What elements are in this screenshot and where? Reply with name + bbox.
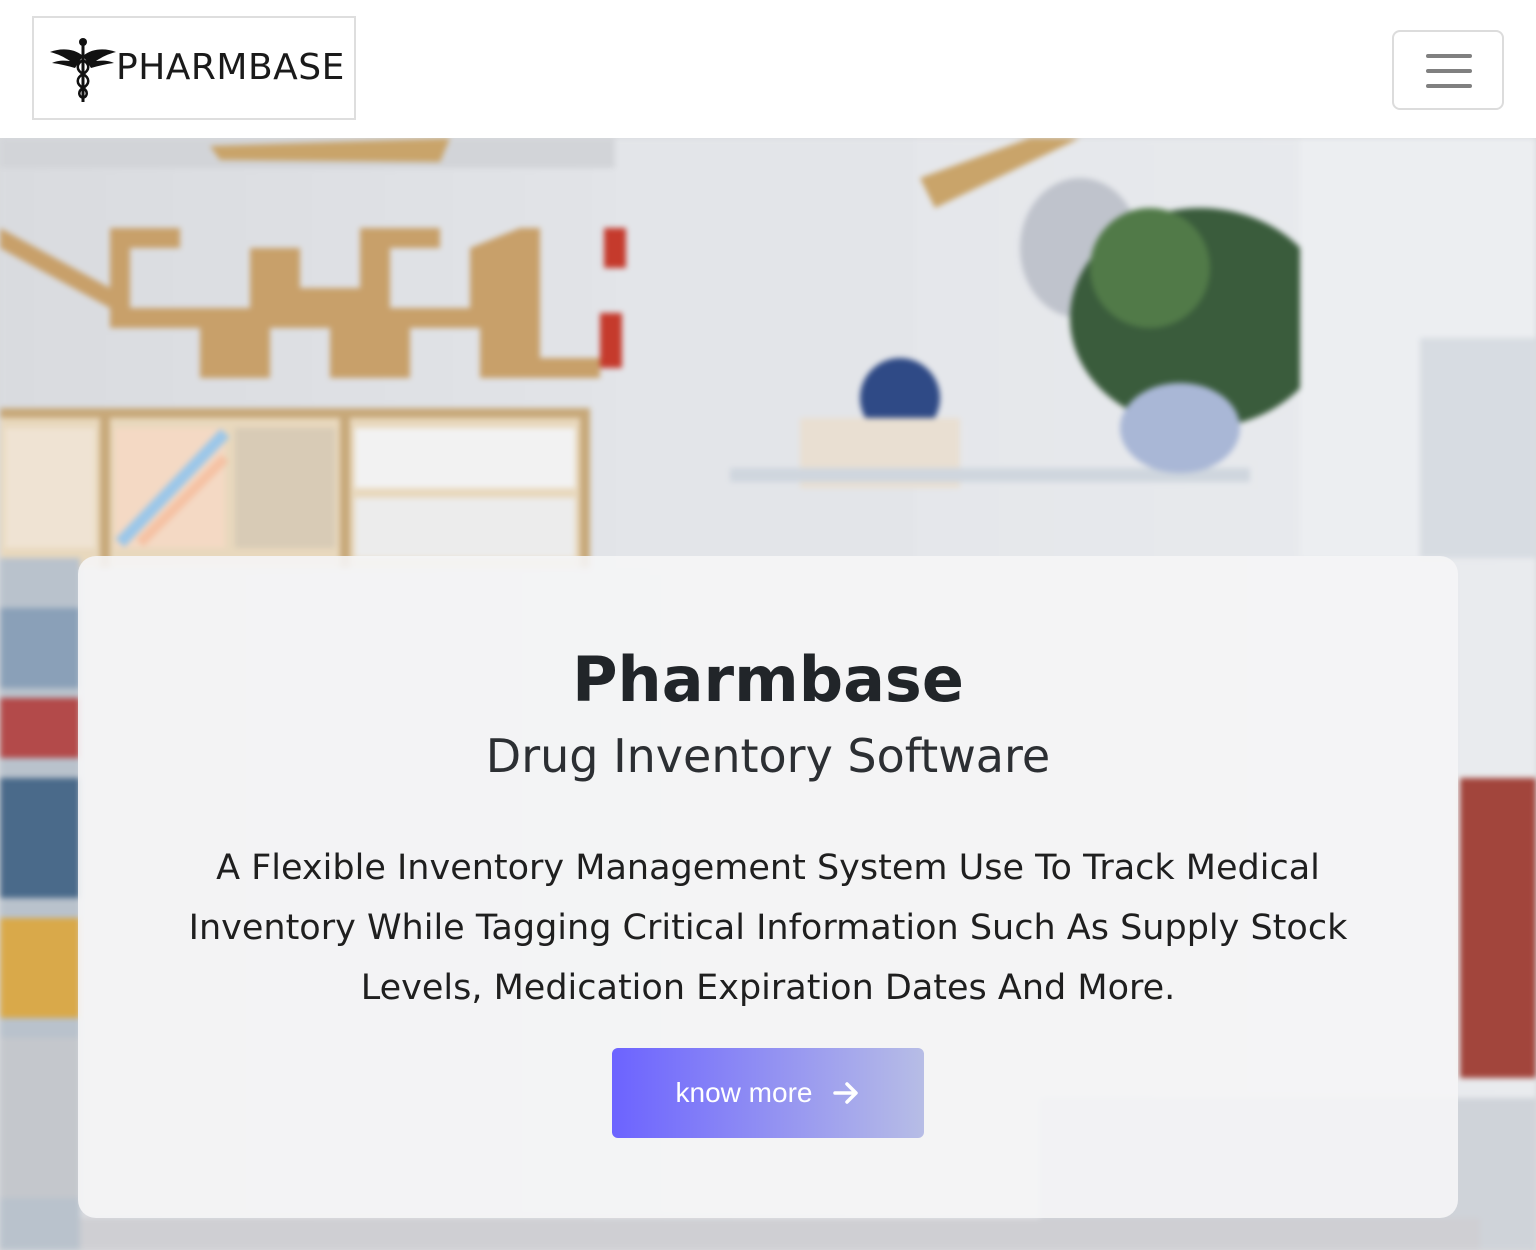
brand-name: PHARMBASE xyxy=(116,47,345,88)
hero-title: Pharmbase xyxy=(572,643,964,716)
hero-section: Pharmbase Drug Inventory Software A Flex… xyxy=(0,138,1536,1250)
caduceus-icon xyxy=(50,38,116,102)
hamburger-bar xyxy=(1426,84,1472,88)
hero-card: Pharmbase Drug Inventory Software A Flex… xyxy=(78,556,1458,1218)
know-more-label: know more xyxy=(675,1077,813,1108)
top-navbar: PHARMBASE xyxy=(0,0,1536,138)
hamburger-bar xyxy=(1426,69,1472,73)
know-more-button[interactable]: know more xyxy=(612,1048,924,1138)
hero-description: A Flexible Inventory Management System U… xyxy=(188,848,1348,1008)
hamburger-menu-icon xyxy=(1426,54,1472,58)
hero-subtitle: Drug Inventory Software xyxy=(485,729,1051,783)
arrow-right-icon xyxy=(833,1082,859,1104)
brand-logo-link[interactable]: PHARMBASE xyxy=(32,16,356,120)
menu-toggle-button[interactable] xyxy=(1392,30,1504,110)
